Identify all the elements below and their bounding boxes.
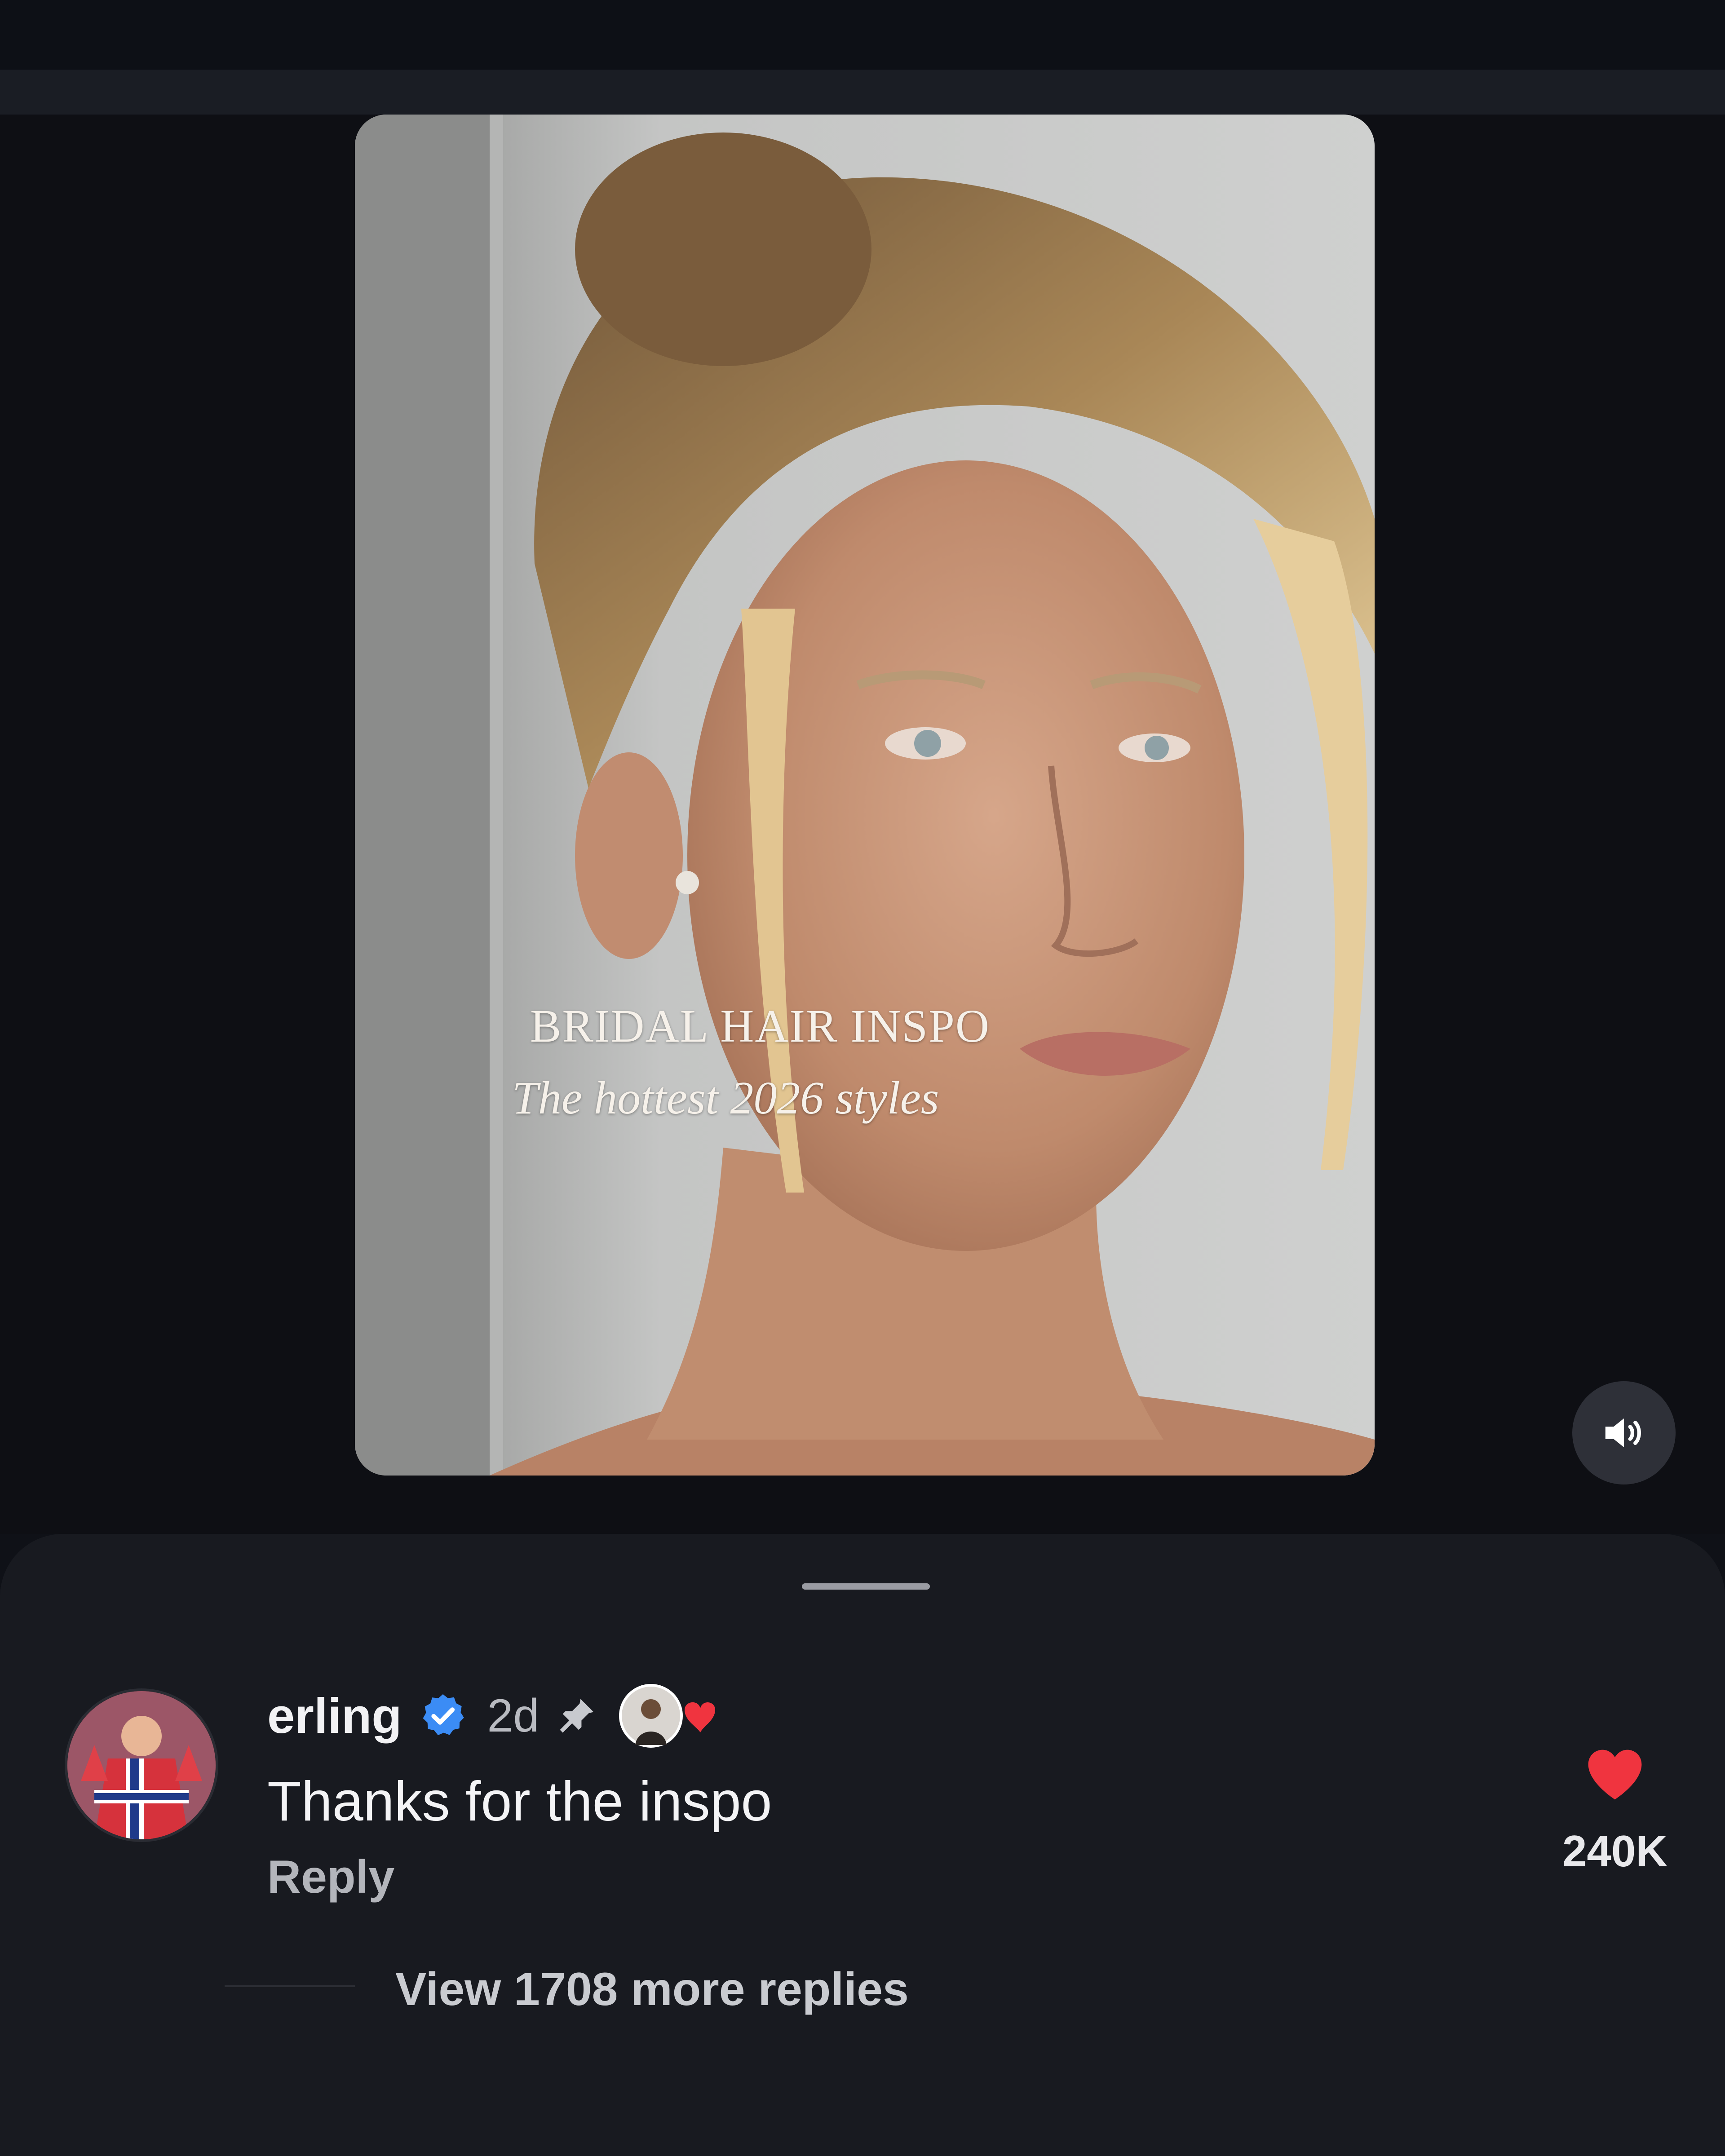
comment-time: 2d — [487, 1689, 540, 1742]
reply-button[interactable]: Reply — [267, 1851, 394, 1904]
creator-liked-heart-icon — [619, 1684, 716, 1748]
comment-text: Thanks for the inspo — [267, 1771, 772, 1833]
screen: BRIDAL HAIR INSPO The hottest 2026 style… — [0, 0, 1725, 2156]
avatar-image — [67, 1691, 216, 1839]
like-count: 240K — [1562, 1826, 1668, 1876]
top-bar — [0, 70, 1725, 115]
view-more-replies-button[interactable]: View 1708 more replies — [395, 1963, 909, 2016]
sound-toggle-button[interactable] — [1572, 1381, 1676, 1484]
comments-sheet: erling 2d Thanks for the inspo Reply 240… — [0, 1534, 1725, 2156]
video-overlay-title: BRIDAL HAIR INSPO — [530, 1000, 990, 1052]
heart-icon[interactable] — [1581, 1741, 1649, 1808]
video-frame — [355, 115, 1375, 1476]
speaker-volume-icon — [1605, 1418, 1641, 1448]
video-player[interactable]: BRIDAL HAIR INSPO The hottest 2026 style… — [355, 115, 1375, 1476]
creator-liked-badge — [617, 1682, 716, 1750]
avatar[interactable] — [67, 1691, 216, 1839]
comment-username[interactable]: erling — [267, 1688, 402, 1745]
comment-header: erling 2d — [267, 1682, 716, 1750]
sheet-drag-handle[interactable] — [802, 1583, 930, 1590]
video-overlay-subtitle: The hottest 2026 styles — [512, 1072, 939, 1124]
replies-divider — [225, 1985, 355, 1987]
verified-badge-icon — [423, 1694, 464, 1736]
status-area — [0, 0, 1725, 115]
pin-icon — [560, 1699, 594, 1733]
